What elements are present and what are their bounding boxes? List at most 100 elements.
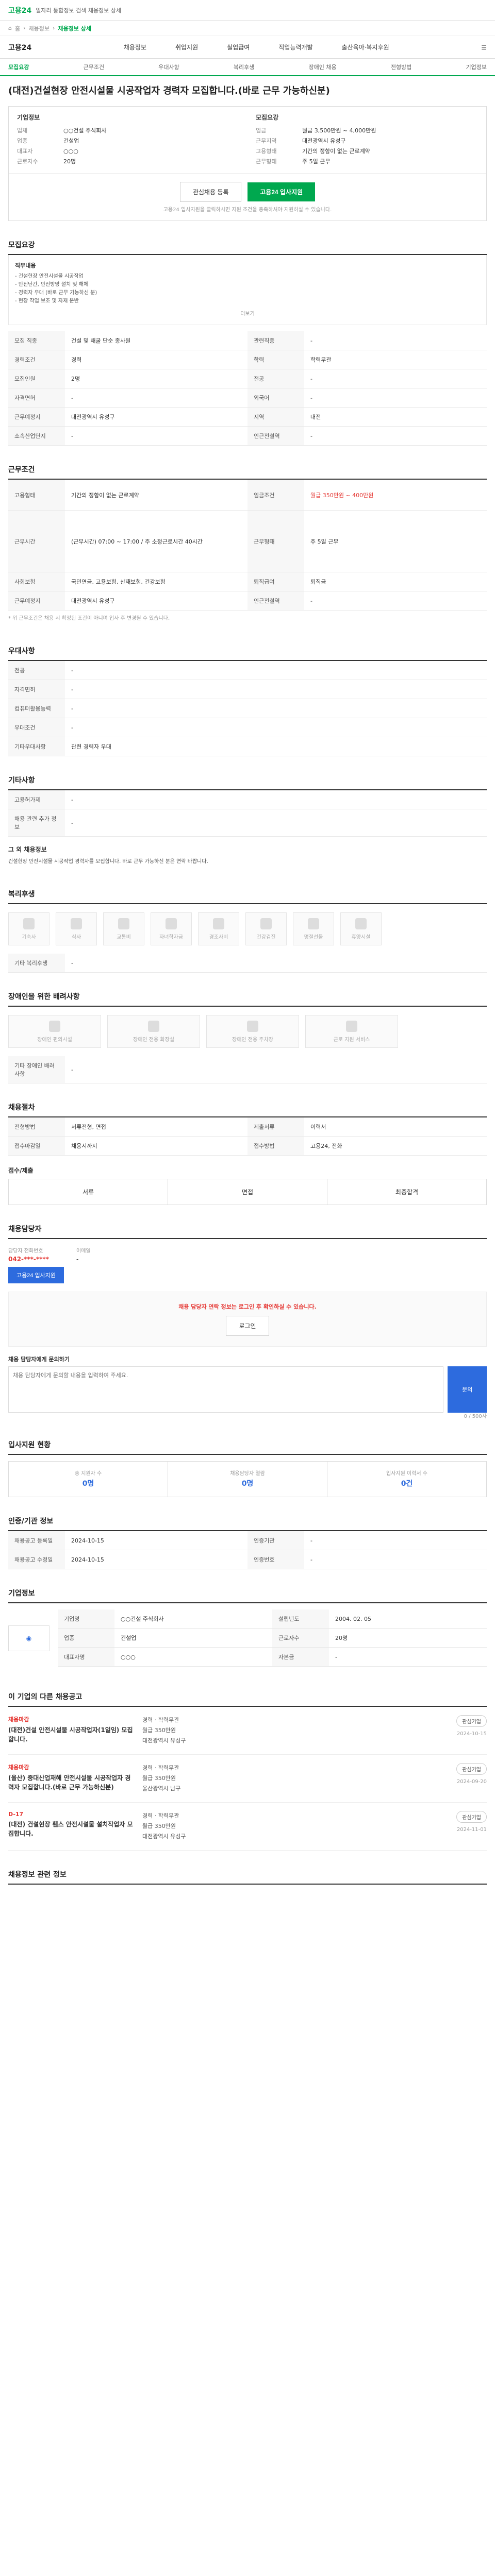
breadcrumb: ⌂ 홈 › 채용정보 › 채용정보 상세 — [0, 21, 495, 36]
summary-right: 모집요강 임금 월급 3,500만원 ~ 4,000만원 근무지역 대전광역시 유성… — [248, 107, 486, 173]
tab-company[interactable]: 기업정보 — [466, 63, 486, 71]
health-icon — [260, 918, 272, 929]
welfare-item: 건강검진 — [245, 912, 287, 945]
disability-item: 장애인 편의시설 — [8, 1015, 101, 1048]
parking-icon — [247, 1020, 258, 1032]
login-button[interactable]: 로그인 — [226, 1316, 269, 1336]
process-table: 전형방법 서류전형, 면접 제출서류 이력서 접수마감일 채용시까지 접수방법 고용24, … — [8, 1117, 487, 1156]
footer-heading: 채용정보 관련 정보 — [8, 1863, 487, 1885]
posting-title[interactable]: (대전)건설 안전시설물 시공작업자(1일임) 모집합니다. — [8, 1725, 134, 1744]
nav-item[interactable]: 실업급여 — [227, 43, 250, 52]
tab-conditions[interactable]: 근무조건 — [84, 63, 104, 71]
etc-detail-text: 건설현장 안전시설물 시공작업 경력자를 모집합니다. 바로 근무 가능하신 분… — [8, 859, 208, 865]
process-heading: 채용절차 — [8, 1096, 487, 1117]
support-icon — [346, 1020, 357, 1032]
salary-condition: 월급 350만원 ~ 400만원 — [310, 492, 374, 499]
summary-company-label: 기업정보 — [17, 114, 40, 121]
welfare-item: 경조사비 — [198, 912, 239, 945]
list-item[interactable]: 채용마감 (울산) 중대산업재해 안전시설물 시공작업자 경력자 모집합니다.(… — [8, 1755, 487, 1803]
top-subtitle: 일자리 통합정보 검색 채용정보 상세 — [36, 7, 122, 14]
tab-preferred[interactable]: 우대사항 — [158, 63, 179, 71]
gift-icon — [213, 918, 224, 929]
contact-heading: 채용담당자 — [8, 1217, 487, 1239]
site-logo[interactable]: 고용24 — [8, 5, 31, 15]
posting-title[interactable]: (울산) 중대산업재해 안전시설물 시공작업자 경력자 모집합니다.(바로 근무… — [8, 1773, 134, 1792]
more-button[interactable]: 더보기 — [240, 311, 255, 317]
main-nav: 고용24 채용정보 취업지원 실업급여 직업능력개발 출산육아·복지후원 ☰ — [0, 36, 495, 59]
welfare-item: 자녀학자금 — [151, 912, 192, 945]
disability-heading: 장애인을 위한 배려사항 — [8, 985, 487, 1007]
nav-item[interactable]: 출산육아·복지후원 — [342, 43, 389, 52]
inquiry-submit-button[interactable]: 문의 — [448, 1366, 487, 1413]
info-heading: 인증/기관 정보 — [8, 1510, 487, 1531]
dormitory-icon — [23, 918, 35, 929]
etc-table: 고용허가제 - 채용 관련 추가 정보 - — [8, 790, 487, 837]
etc-detail-title: 그 외 채용정보 — [8, 846, 47, 853]
company-logo-icon: ◉ — [8, 1625, 50, 1651]
menu-icon[interactable]: ☰ — [481, 44, 487, 51]
resort-icon — [355, 918, 367, 929]
nav-menu: 채용정보 취업지원 실업급여 직업능력개발 출산육아·복지후원 — [124, 43, 389, 52]
welfare-item: 명절선물 — [293, 912, 334, 945]
interest-chip[interactable]: 관심기업 — [456, 1811, 487, 1823]
apply-button[interactable]: 고용24 입사지원 — [248, 182, 316, 201]
nav-item[interactable]: 직업능력개발 — [278, 43, 312, 52]
recruit-table: 모집 직종 건설 및 채굴 단순 종사원 관련직종 - 경력조건 경력 학력 학력무관 모집… — [8, 331, 487, 446]
breadcrumb-item[interactable]: 채용정보 — [29, 24, 50, 32]
restroom-icon — [148, 1020, 159, 1032]
stat-item: 입사지원 이력서 수 0건 — [386, 1471, 427, 1488]
welfare-item: 휴양시설 — [340, 912, 382, 945]
stat-item: 채용담당자 열람 0명 — [168, 1462, 327, 1497]
apply-note: 고용24 입사지원을 클릭하시면 지원 조건을 충족하셔야 지원하실 수 있습니… — [163, 207, 332, 213]
tab-disability[interactable]: 장애인 채용 — [309, 63, 337, 71]
tab-welfare[interactable]: 복리후생 — [234, 63, 254, 71]
disability-item: 장애인 전용 화장실 — [107, 1015, 200, 1048]
contact-apply-button[interactable]: 고용24 입사지원 — [8, 1267, 64, 1283]
main-content: (대전)건설현장 안전시설물 시공작업자 경력자 모집합니다.(바로 근무 가능… — [0, 76, 495, 1905]
salary-value: 월급 3,500만원 ~ 4,000만원 — [302, 127, 376, 134]
step-item: 면접 — [168, 1179, 327, 1205]
job-desc-box: 직무내용 - 건설현장 안전시설물 시공작업 - 안전난간, 안전방망 설치 및… — [8, 255, 487, 325]
breadcrumb-item[interactable]: 홈 — [15, 24, 20, 32]
nav-item[interactable]: 취업지원 — [175, 43, 198, 52]
breadcrumb-current: 채용정보 상세 — [58, 25, 91, 32]
summary-box: 기업정보 업체 ○○건설 주식회사 업종 건설업 대표자 ○○○ 근로자수 20명 모집… — [8, 106, 487, 221]
interest-chip[interactable]: 관심기업 — [456, 1715, 487, 1727]
tab-recruit[interactable]: 모집요강 — [8, 63, 29, 71]
step-item: 최종합격 — [395, 1189, 419, 1196]
nav-brand[interactable]: 고용24 — [8, 42, 31, 53]
top-bar: 고용24 일자리 통합정보 검색 채용정보 상세 — [0, 0, 495, 21]
company-name: ○○건설 주식회사 — [63, 127, 107, 134]
meal-icon — [71, 918, 82, 929]
conditions-table: 고용형태 기간의 정함이 없는 근로계약 임금조건 월급 350만원 ~ 400만원 … — [8, 480, 487, 611]
others-heading: 이 기업의 다른 채용공고 — [8, 1685, 487, 1707]
home-icon[interactable]: ⌂ — [8, 25, 12, 31]
preferred-heading: 우대사항 — [8, 639, 487, 661]
company-box: ◉ 기업명 ○○건설 주식회사 설립년도 2004. 02. 05 업종 건설업 근로자수… — [8, 1603, 487, 1673]
conditions-heading: 근무조건 — [8, 458, 487, 480]
interest-chip[interactable]: 관심기업 — [456, 1763, 487, 1775]
etc-detail: 그 외 채용정보 건설현장 안전시설물 시공작업 경력자를 모집합니다. 바로 … — [8, 837, 487, 874]
disability-item: 근로 지원 서비스 — [305, 1015, 398, 1048]
inquiry-textarea[interactable] — [8, 1366, 444, 1413]
step-item: 서류 — [9, 1179, 168, 1205]
char-counter: 0 / 500자 — [464, 1414, 487, 1419]
summary-left: 기업정보 업체 ○○건설 주식회사 업종 건설업 대표자 ○○○ 근로자수 20명 — [9, 107, 248, 173]
tab-process[interactable]: 전형방법 — [391, 63, 411, 71]
stats-box: 총 지원자 수 0명 채용담당자 열람 0명 입사지원 이력서 수 0건 — [8, 1461, 487, 1497]
nav-item[interactable]: 채용정보 — [124, 43, 146, 52]
others-list: 채용마감 (대전)건설 안전시설물 시공작업자(1일임) 모집합니다. 경력 ·… — [8, 1707, 487, 1851]
recruit-heading: 모집요강 — [8, 233, 487, 255]
tuition-icon — [166, 918, 177, 929]
info-table: 채용공고 등록일 2024-10-15 인증기관 - 채용공고 수정일 2024-10-… — [8, 1531, 487, 1569]
list-item[interactable]: D-17 (대전) 건설현장 휀스 안전시설물 설치작업자 모집합니다. 경력 … — [8, 1803, 487, 1851]
list-item[interactable]: 채용마감 (대전)건설 안전시설물 시공작업자(1일임) 모집합니다. 경력 ·… — [8, 1707, 487, 1755]
facility-icon — [49, 1020, 60, 1032]
apply-steps: 서류 면접 최종합격 — [8, 1179, 487, 1205]
contact-phone: 042-***-**** — [8, 1256, 49, 1263]
contact-email: - — [76, 1256, 79, 1263]
login-notice: 채용 담당자 연락 정보는 로그인 후 확인하실 수 있습니다. 로그인 — [8, 1292, 487, 1347]
inquiry-box: 채용 담당자에게 문의하기 문의 0 / 500자 — [8, 1347, 487, 1429]
posting-title[interactable]: (대전) 건설현장 휀스 안전시설물 설치작업자 모집합니다. — [8, 1820, 134, 1838]
scrap-button[interactable]: 관심채용 등록 — [179, 182, 242, 202]
